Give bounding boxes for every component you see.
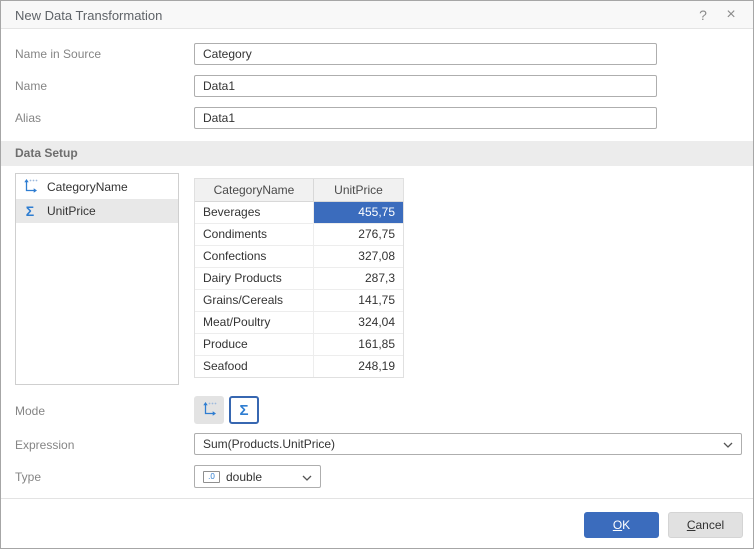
cell-value[interactable]: 141,75 (314, 290, 403, 311)
name-input[interactable] (194, 75, 657, 97)
expression-combobox[interactable]: Sum(Products.UnitPrice) (194, 433, 742, 455)
expression-value: Sum(Products.UnitPrice) (203, 437, 723, 451)
type-value: double (226, 470, 296, 484)
help-icon[interactable]: ? (689, 1, 717, 29)
preview-table-header: CategoryName UnitPrice (195, 179, 403, 202)
cell-category[interactable]: Seafood (195, 356, 314, 377)
mode-measure-button[interactable]: Σ (229, 396, 259, 424)
table-row: Confections 327,08 (195, 246, 403, 268)
alias-input[interactable] (194, 107, 657, 129)
mode-dimension-button[interactable] (194, 396, 224, 424)
table-row: Produce 161,85 (195, 334, 403, 356)
list-item-label: CategoryName (47, 180, 128, 194)
table-row: Dairy Products 287,3 (195, 268, 403, 290)
dialog-title: New Data Transformation (15, 8, 162, 23)
chevron-down-icon (302, 470, 312, 484)
ok-mnemonic: O (613, 518, 622, 532)
cell-value[interactable]: 248,19 (314, 356, 403, 377)
data-setup-section-header: Data Setup (1, 141, 753, 166)
footer-separator (1, 498, 753, 499)
cancel-button[interactable]: Cancel (668, 512, 743, 538)
name-in-source-input[interactable] (194, 43, 657, 65)
dimension-icon (201, 401, 217, 420)
table-row: Grains/Cereals 141,75 (195, 290, 403, 312)
cell-value-selected[interactable]: 455,75 (314, 202, 403, 223)
table-row: Meat/Poultry 324,04 (195, 312, 403, 334)
name-label: Name (15, 79, 47, 93)
chevron-down-icon (723, 437, 733, 451)
ok-rest: K (622, 518, 630, 532)
type-label: Type (15, 470, 41, 484)
name-in-source-label: Name in Source (15, 47, 101, 61)
sigma-icon: Σ (239, 402, 248, 419)
cell-category[interactable]: Confections (195, 246, 314, 267)
mode-label: Mode (15, 404, 45, 418)
cancel-rest: ancel (695, 518, 724, 532)
sigma-icon: Σ (22, 203, 38, 219)
title-bar: New Data Transformation ? × (1, 1, 753, 29)
cell-category[interactable]: Dairy Products (195, 268, 314, 289)
column-header-categoryname[interactable]: CategoryName (195, 179, 314, 201)
double-type-icon: .0 (203, 471, 220, 483)
list-item-unitprice[interactable]: Σ UnitPrice (16, 199, 178, 223)
cell-value[interactable]: 287,3 (314, 268, 403, 289)
cell-category[interactable]: Meat/Poultry (195, 312, 314, 333)
preview-table: CategoryName UnitPrice Beverages 455,75 … (194, 178, 404, 378)
cell-category[interactable]: Beverages (195, 202, 314, 223)
field-listbox: CategoryName Σ UnitPrice (15, 173, 179, 385)
cell-category[interactable]: Grains/Cereals (195, 290, 314, 311)
alias-label: Alias (15, 111, 41, 125)
ok-button[interactable]: OK (584, 512, 659, 538)
new-data-transformation-dialog: New Data Transformation ? × Name in Sour… (0, 0, 754, 549)
cell-value[interactable]: 276,75 (314, 224, 403, 245)
list-item-label: UnitPrice (47, 204, 96, 218)
expression-label: Expression (15, 438, 74, 452)
dimension-icon (22, 178, 38, 197)
table-row: Beverages 455,75 (195, 202, 403, 224)
cell-value[interactable]: 324,04 (314, 312, 403, 333)
close-icon[interactable]: × (717, 1, 745, 29)
list-item-categoryname[interactable]: CategoryName (16, 175, 178, 199)
cell-category[interactable]: Condiments (195, 224, 314, 245)
table-row: Seafood 248,19 (195, 356, 403, 377)
type-dropdown[interactable]: .0 double (194, 465, 321, 488)
cell-category[interactable]: Produce (195, 334, 314, 355)
table-row: Condiments 276,75 (195, 224, 403, 246)
cell-value[interactable]: 161,85 (314, 334, 403, 355)
cell-value[interactable]: 327,08 (314, 246, 403, 267)
column-header-unitprice[interactable]: UnitPrice (314, 179, 403, 201)
